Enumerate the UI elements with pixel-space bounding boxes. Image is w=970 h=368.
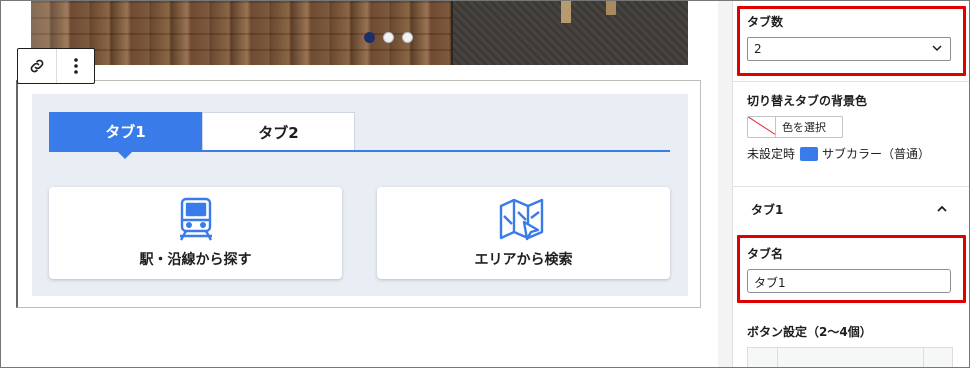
- color-picker-button[interactable]: 色を選択: [747, 116, 843, 138]
- default-color-row: 未設定時 サブカラー（普通）: [747, 145, 930, 162]
- slider-dot-3[interactable]: [402, 32, 413, 43]
- tab-area: タブ1 タブ2 駅・沿線から探す エリアから検索: [32, 94, 688, 296]
- tab1-section-title[interactable]: タブ1: [751, 201, 783, 218]
- tab-2-label: タブ2: [258, 123, 299, 142]
- highlight-tab-count: [737, 6, 966, 76]
- tab-list: タブ1 タブ2: [49, 112, 355, 159]
- area-search-label: エリアから検索: [474, 252, 573, 268]
- hero-slider-image: [31, 1, 688, 65]
- button-settings-box[interactable]: [747, 347, 953, 368]
- map-cursor-icon: [499, 198, 543, 241]
- link-button[interactable]: [18, 49, 56, 83]
- settings-sidebar: タブ数 2 切り替えタブの背景色 色を選択 未設定時 サブカラー（普通） タブ1…: [718, 1, 970, 368]
- divider: [733, 186, 970, 187]
- chevron-up-icon[interactable]: [935, 202, 949, 216]
- tab-2[interactable]: タブ2: [202, 112, 355, 151]
- editor-canvas: タブ1 タブ2 駅・沿線から探す エリアから検索: [1, 1, 718, 367]
- default-color-swatch: [800, 146, 819, 161]
- tab-underline: [49, 150, 670, 152]
- train-icon: [179, 197, 212, 241]
- slider-dots: [364, 32, 413, 43]
- highlight-tab-name: [737, 235, 966, 303]
- divider: [733, 81, 970, 82]
- default-label: 未設定時: [747, 147, 796, 161]
- more-options-button[interactable]: [56, 49, 94, 83]
- tab-1[interactable]: タブ1: [49, 112, 202, 159]
- link-icon: [30, 59, 44, 73]
- button-settings-label: ボタン設定（2〜4個）: [747, 325, 872, 339]
- no-color-swatch: [748, 117, 776, 137]
- tab-1-label: タブ1: [105, 123, 146, 141]
- slider-dot-2[interactable]: [383, 32, 394, 43]
- station-search-card[interactable]: 駅・沿線から探す: [49, 187, 342, 279]
- block-toolbar: [17, 48, 95, 84]
- block-settings-panel: タブ数 2 切り替えタブの背景色 色を選択 未設定時 サブカラー（普通） タブ1…: [732, 1, 970, 368]
- more-vertical-icon: [73, 58, 78, 74]
- bg-color-label: 切り替えタブの背景色: [747, 94, 868, 108]
- station-search-label: 駅・沿線から探す: [139, 252, 252, 268]
- slider-dot-1[interactable]: [364, 32, 375, 43]
- area-search-card[interactable]: エリアから検索: [377, 187, 670, 279]
- color-picker-label: 色を選択: [782, 121, 826, 134]
- tab-block[interactable]: タブ1 タブ2 駅・沿線から探す エリアから検索: [16, 80, 701, 308]
- default-value: サブカラー（普通）: [822, 147, 931, 161]
